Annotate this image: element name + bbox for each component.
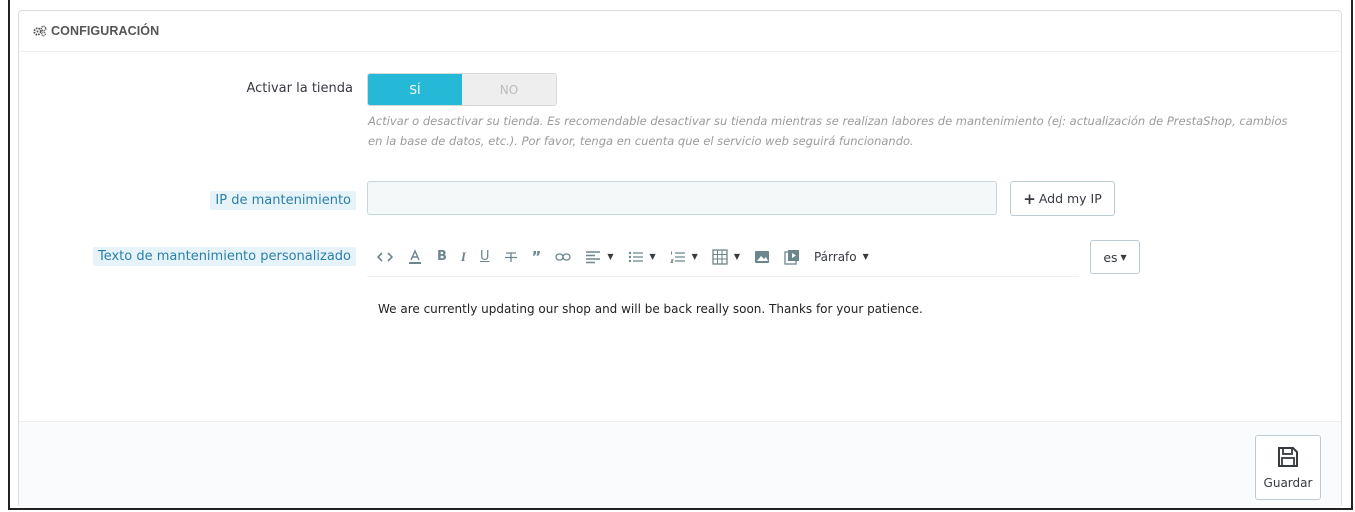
toggle-no-option[interactable]: NO: [462, 74, 556, 105]
save-button[interactable]: Guardar: [1255, 435, 1321, 500]
caret-down-icon: ▼: [862, 252, 869, 261]
paragraph-format-label: Párrafo: [813, 249, 857, 264]
editor-content-area[interactable]: We are currently updating our shop and w…: [378, 302, 923, 316]
caret-down-icon: ▼: [733, 252, 740, 261]
add-my-ip-button[interactable]: + Add my IP: [1010, 181, 1115, 216]
plus-icon: +: [1023, 189, 1036, 208]
language-dropdown[interactable]: es ▼: [1090, 240, 1140, 274]
caret-down-icon: ▼: [607, 252, 614, 261]
language-label: es: [1103, 249, 1118, 265]
align-left-icon: [586, 250, 601, 263]
maintenance-text-content: We are currently updating our shop and w…: [378, 302, 923, 316]
table-dropdown[interactable]: ▼: [712, 248, 740, 265]
italic-icon[interactable]: I: [461, 249, 466, 265]
save-icon: [1276, 445, 1300, 472]
link-icon[interactable]: [555, 252, 572, 262]
numbered-list-icon: [669, 251, 685, 263]
blockquote-icon[interactable]: ”: [532, 248, 542, 266]
save-label: Guardar: [1263, 476, 1313, 490]
configuration-panel: CONFIGURACIÓN Activar la tienda SÍ NO Ac…: [18, 10, 1342, 508]
image-icon[interactable]: [754, 250, 770, 264]
strikethrough-icon[interactable]: [504, 250, 518, 264]
maintenance-text-label: Texto de mantenimiento personalizado: [92, 247, 356, 266]
bullet-list-icon: [628, 251, 643, 262]
caret-down-icon: ▼: [1120, 252, 1127, 262]
cogs-icon: [33, 25, 47, 37]
shop-toggle-switch[interactable]: SÍ NO: [367, 73, 557, 106]
shop-toggle-help-text: Activar o desactivar su tienda. Es recom…: [368, 114, 1288, 148]
media-icon[interactable]: [784, 249, 800, 265]
source-code-icon[interactable]: [377, 251, 393, 263]
toggle-yes-option[interactable]: SÍ: [368, 74, 462, 105]
paragraph-format-dropdown[interactable]: Párrafo ▼: [814, 250, 869, 264]
underline-icon[interactable]: U: [480, 249, 490, 264]
maintenance-ip-label: IP de mantenimiento: [210, 191, 356, 210]
panel-header: CONFIGURACIÓN: [19, 11, 1341, 52]
caret-down-icon: ▼: [691, 252, 698, 261]
panel-title: CONFIGURACIÓN: [51, 24, 160, 38]
maintenance-ip-input[interactable]: [367, 181, 997, 215]
shop-toggle-label: Activar la tienda: [246, 81, 353, 96]
text-color-icon[interactable]: [407, 248, 423, 265]
editor-toolbar: B I U ” ▼ ▼ ▼ ▼ Párrafo ▼: [367, 237, 1079, 277]
bold-icon[interactable]: B: [437, 249, 447, 264]
table-icon: [712, 248, 728, 265]
align-dropdown[interactable]: ▼: [585, 250, 614, 264]
add-my-ip-label: Add my IP: [1038, 191, 1102, 206]
numbered-list-dropdown[interactable]: ▼: [669, 250, 698, 264]
panel-footer: Guardar: [19, 421, 1341, 508]
bullet-list-dropdown[interactable]: ▼: [628, 250, 656, 264]
caret-down-icon: ▼: [649, 252, 656, 261]
